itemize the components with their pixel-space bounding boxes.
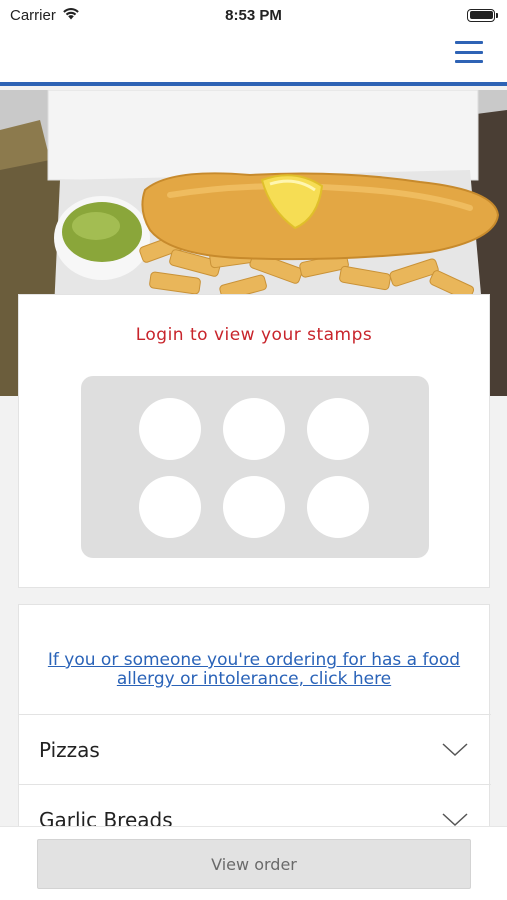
stamp-slot xyxy=(139,398,201,460)
category-label: Pizzas xyxy=(39,737,100,762)
category-row-pizzas[interactable]: Pizzas xyxy=(19,714,491,784)
status-bar: Carrier 8:53 PM xyxy=(0,0,507,30)
view-order-button[interactable]: View order xyxy=(37,839,471,889)
allergy-info-link[interactable]: If you or someone you're ordering for ha… xyxy=(29,651,479,689)
hamburger-menu-icon[interactable] xyxy=(455,40,483,64)
app-header xyxy=(0,30,507,86)
wifi-icon xyxy=(62,7,80,24)
bottom-bar: View order xyxy=(0,826,507,900)
stamp-slot xyxy=(223,476,285,538)
stamp-card: Login to view your stamps xyxy=(18,294,490,588)
status-left: Carrier xyxy=(10,7,80,24)
stamp-grid xyxy=(81,376,429,558)
battery-icon xyxy=(467,8,498,22)
stamp-slot xyxy=(307,476,369,538)
stamp-slot xyxy=(307,398,369,460)
chevron-down-icon[interactable] xyxy=(441,742,469,758)
carrier-label: Carrier xyxy=(10,6,56,24)
login-stamps-title[interactable]: Login to view your stamps xyxy=(19,325,489,345)
stamp-slot xyxy=(223,398,285,460)
stamp-slot xyxy=(139,476,201,538)
